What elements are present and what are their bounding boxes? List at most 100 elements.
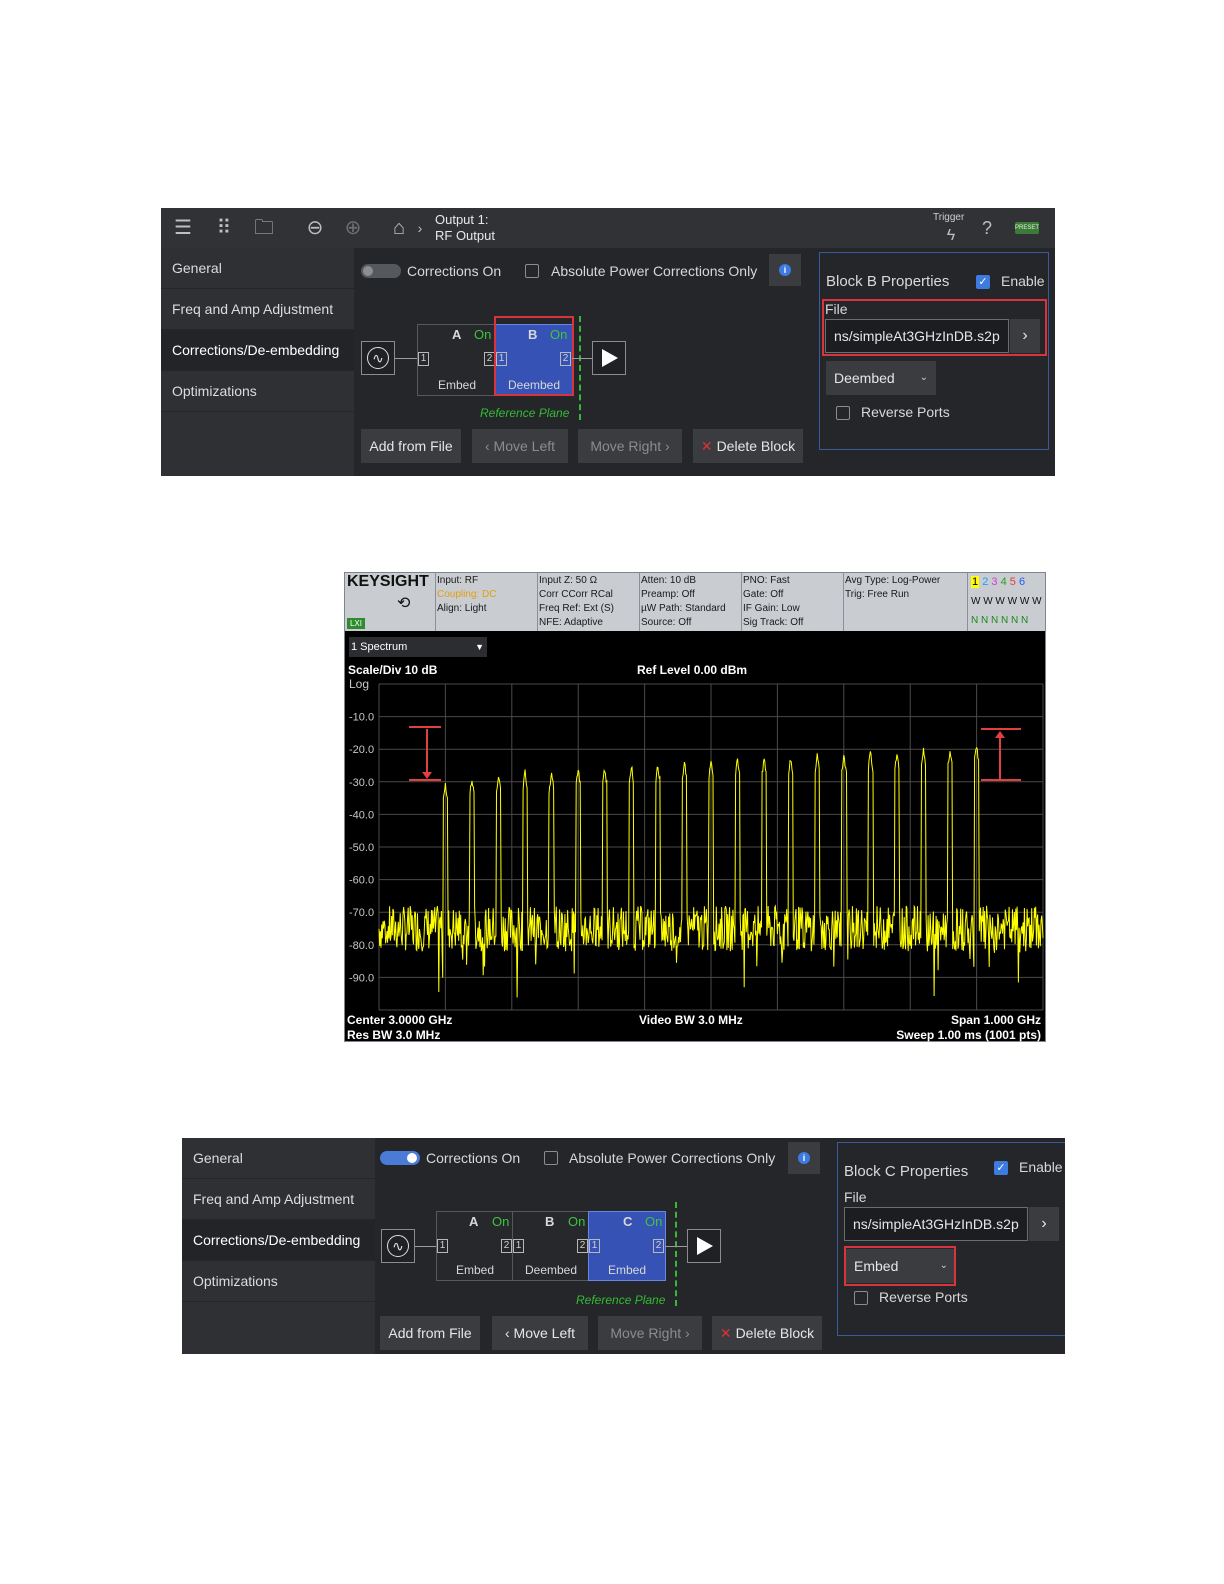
reverse-ports-checkbox[interactable] [836, 406, 850, 420]
block-a-port-in: 1 [418, 352, 429, 366]
side-item-corrections[interactable]: Corrections/De-embedding [161, 330, 354, 371]
toggle-knob [407, 1153, 417, 1163]
enable-checkbox[interactable]: ✓ [994, 1161, 1008, 1175]
move-left-label: Move Left [513, 1325, 576, 1341]
preset-button[interactable]: PRESET [1015, 222, 1039, 234]
block-c[interactable]: C On 1 2 Embed [588, 1211, 666, 1281]
abs-power-checkbox[interactable] [525, 264, 539, 278]
browse-chevron-icon[interactable]: › [1029, 1207, 1059, 1241]
file-label: File [844, 1189, 867, 1205]
info-button[interactable]: i [769, 254, 801, 286]
trigger-icon[interactable]: ϟ [939, 224, 963, 248]
video-bw: Video BW 3.0 MHz [639, 1013, 743, 1027]
corrections-toggle[interactable] [380, 1151, 420, 1165]
chevron-down-icon: ⌄ [919, 372, 928, 383]
enable-label: Enable [1001, 273, 1045, 289]
signal-source-icon: ∿ [361, 341, 395, 375]
side-menu: General Freq and Amp Adjustment Correcti… [161, 248, 354, 476]
abs-power-checkbox[interactable] [544, 1151, 558, 1165]
block-a[interactable]: A On 1 2 Embed [436, 1211, 514, 1281]
side-item-freq-amp[interactable]: Freq and Amp Adjustment [182, 1179, 375, 1220]
add-from-file-button[interactable]: Add from File [380, 1316, 480, 1350]
y-tick-label: -40.0 [349, 809, 374, 821]
hamburger-menu-icon[interactable]: ☰ [171, 216, 195, 240]
info-button[interactable]: i [788, 1142, 820, 1174]
side-item-corrections[interactable]: Corrections/De-embedding [182, 1220, 375, 1261]
folder-icon[interactable]: 🗀 [249, 216, 279, 240]
corrections-panel-2: General Freq and Amp Adjustment Correcti… [182, 1138, 1065, 1354]
corrections-on-label: Corrections On [407, 263, 502, 279]
block-a-port-in: 1 [437, 1239, 448, 1253]
forward-icon: ⊕ [344, 217, 362, 239]
wire [395, 358, 417, 359]
enable-checkbox[interactable]: ✓ [976, 275, 990, 289]
breadcrumb-line2: RF Output [435, 228, 495, 243]
delete-block-button[interactable]: ✕ Delete Block [693, 429, 803, 463]
block-a[interactable]: A On 1 2 Embed [417, 324, 497, 396]
block-a-port-out: 2 [501, 1239, 512, 1253]
res-bw: Res BW 3.0 MHz [347, 1028, 441, 1042]
block-c-letter: C [623, 1214, 633, 1229]
mode-value: Deembed [834, 370, 895, 386]
delete-block-label: Delete Block [716, 438, 796, 454]
info-icon: i [779, 264, 791, 276]
output-icon [687, 1229, 721, 1263]
y-tick-label: -70.0 [349, 907, 374, 919]
abs-power-label: Absolute Power Corrections Only [569, 1150, 776, 1166]
block-b-mode: Deembed [524, 1263, 578, 1277]
reference-plane-label: Reference Plane [480, 406, 570, 420]
highlight-box [494, 316, 574, 396]
delete-icon: ✕ [719, 1325, 732, 1341]
block-c-port-in: 1 [589, 1239, 600, 1253]
breadcrumb-line1: Output 1: [435, 212, 489, 227]
span: Span 1.000 GHz [950, 1013, 1041, 1027]
info-icon: i [798, 1152, 810, 1164]
side-item-general[interactable]: General [161, 248, 354, 289]
delete-block-button[interactable]: ✕ Delete Block [712, 1316, 822, 1350]
corrections-toggle[interactable] [361, 264, 401, 278]
wire [415, 1246, 437, 1247]
trigger-label: Trigger [933, 212, 965, 223]
back-icon[interactable]: ⊖ [303, 216, 327, 240]
apps-grid-icon[interactable]: ⠿ [212, 216, 236, 240]
reference-plane-line [579, 316, 581, 420]
side-menu: General Freq and Amp Adjustment Correcti… [182, 1138, 375, 1354]
side-item-optimizations[interactable]: Optimizations [182, 1261, 375, 1302]
side-item-general[interactable]: General [182, 1138, 375, 1179]
block-c-port-out: 2 [653, 1239, 664, 1253]
side-item-freq-amp[interactable]: Freq and Amp Adjustment [161, 289, 354, 330]
block-c-mode: Embed [607, 1263, 647, 1277]
block-b-letter: B [545, 1214, 555, 1229]
block-a-mode: Embed [437, 378, 477, 392]
y-tick-label: -10.0 [349, 712, 374, 724]
side-item-optimizations[interactable]: Optimizations [161, 371, 354, 412]
move-right-label: Move Right [610, 1325, 682, 1341]
help-icon[interactable]: ? [975, 216, 999, 240]
sweep: Sweep 1.00 ms (1001 pts) [896, 1028, 1041, 1042]
highlight-box [844, 1246, 956, 1286]
chevron-right-icon: › [417, 220, 423, 236]
move-left-button[interactable]: ‹ Move Left [492, 1316, 588, 1350]
spectrum-plot: -10.0 -20.0 -30.0 -40.0 -50.0 -60.0 -70.0 -80.0… [349, 683, 1044, 1011]
y-tick-label: -30.0 [349, 777, 374, 789]
file-input[interactable]: ns/simpleAt3GHzInDB.s2p [844, 1207, 1028, 1241]
block-properties: Block C Properties ✓ Enable File ns/simp… [837, 1142, 1065, 1336]
home-icon[interactable]: ⌂ [387, 216, 411, 240]
breadcrumb[interactable]: Output 1: RF Output [435, 212, 495, 244]
reverse-ports-checkbox[interactable] [854, 1291, 868, 1305]
move-left-button[interactable]: ‹ Move Left [472, 429, 568, 463]
block-b[interactable]: B On 1 2 Deembed [512, 1211, 590, 1281]
y-tick-label: -80.0 [349, 940, 374, 952]
move-left-label: Move Left [493, 438, 556, 454]
move-right-button[interactable]: Move Right › [578, 429, 682, 463]
y-tick-label: -20.0 [349, 744, 374, 756]
add-from-file-button[interactable]: Add from File [361, 429, 461, 463]
y-tick-label: -60.0 [349, 875, 374, 887]
move-right-button[interactable]: Move Right › [598, 1316, 702, 1350]
center-freq: Center 3.0000 GHz [347, 1013, 453, 1027]
enable-label: Enable [1019, 1159, 1063, 1175]
mode-select[interactable]: Deembed ⌄ [826, 361, 936, 395]
abs-power-label: Absolute Power Corrections Only [551, 263, 758, 279]
arrow-head-up [995, 731, 1005, 738]
top-bar: ☰ ⠿ 🗀 ⊖ ⊕ ⌂ › Output 1: RF Output Trigge… [161, 208, 1055, 248]
